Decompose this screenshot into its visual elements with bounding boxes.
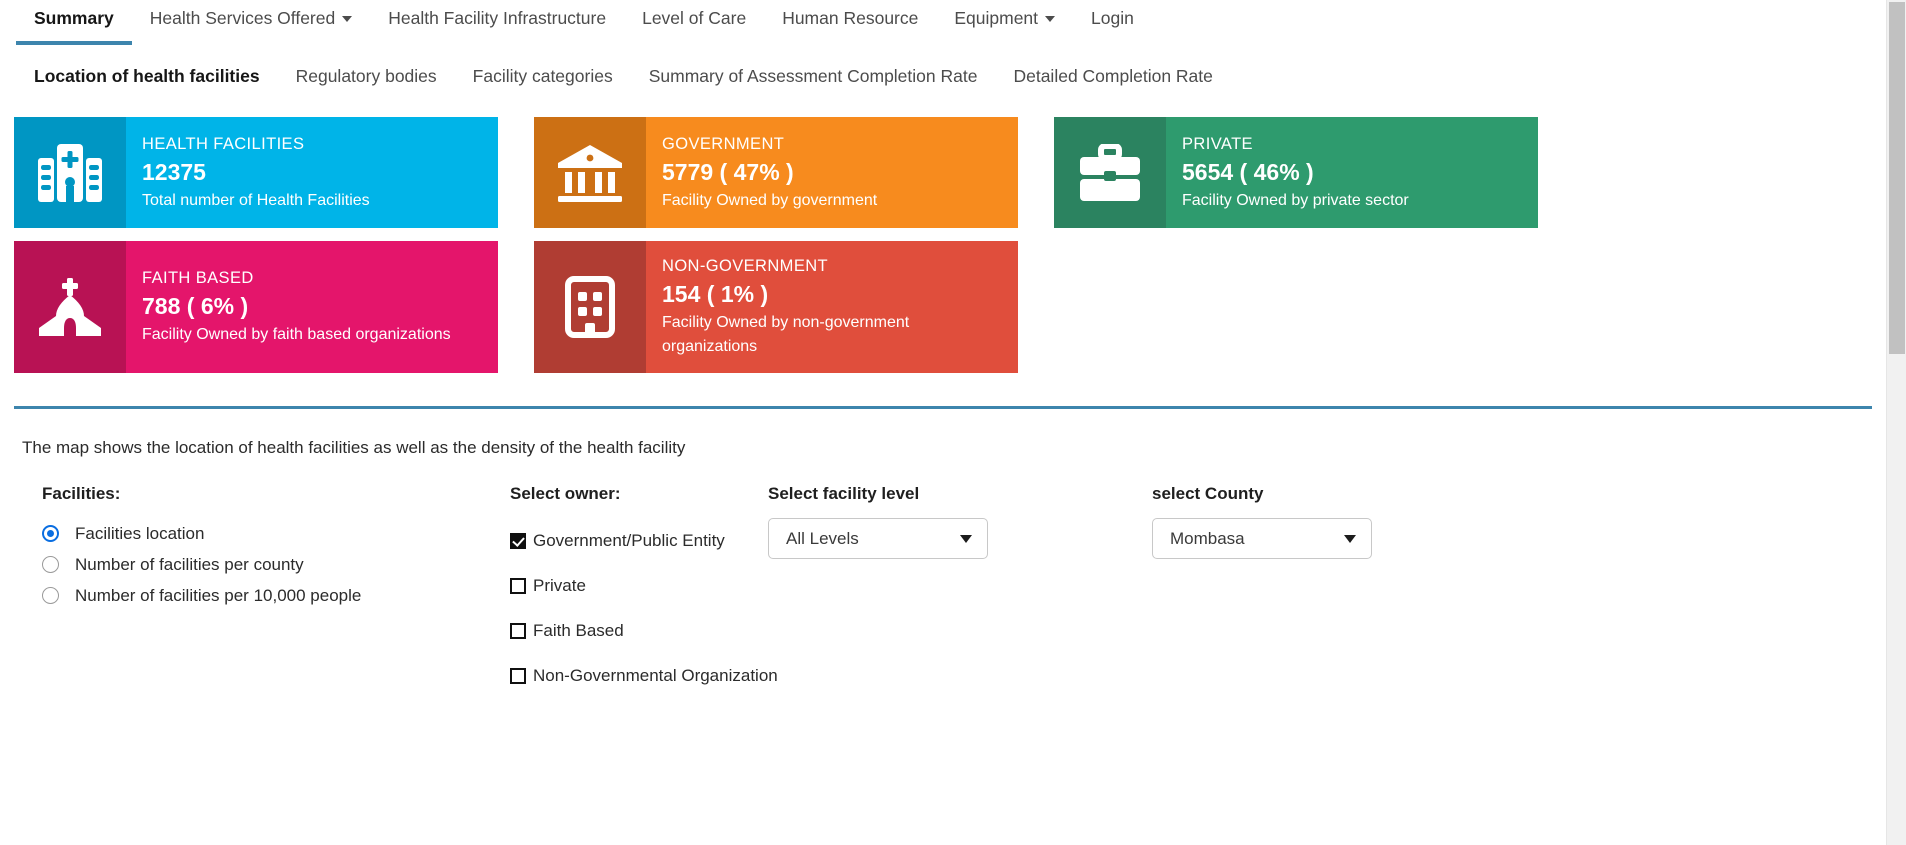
chevron-down-icon [342, 16, 353, 22]
facility-level-label: Select facility level [768, 484, 920, 503]
map-filter-controls: Facilities: Facilities location Number of… [0, 460, 1886, 698]
card-non-government: NON-GOVERNMENT 154 ( 1% ) Facility Owned b… [534, 241, 1018, 373]
checkbox-label: Faith Based [533, 620, 624, 640]
nav-item-label: Health Services Offered [149, 8, 336, 28]
nav-item-equipment[interactable]: Equipment [936, 0, 1073, 30]
card-government: GOVERNMENT 5779 ( 47% ) Facility Owned by … [534, 117, 1018, 228]
checkbox-input[interactable] [510, 532, 526, 549]
facilities-radio-number-of-facilities-per-10-000-people[interactable]: Number of facilities per 10,000 people [42, 580, 510, 611]
chevron-down-icon [1045, 16, 1056, 22]
checkbox-label: Private [533, 575, 586, 595]
card-row-1: HEALTH FACILITIES 12375 Total number of He… [0, 117, 1886, 228]
nav-item-login[interactable]: Login [1073, 0, 1152, 30]
owner-filter-label: Select owner: [510, 484, 621, 503]
checkbox-input[interactable] [510, 622, 526, 639]
checkbox-label: Non-Governmental Organization [533, 665, 778, 685]
owner-checkbox-faith-based[interactable]: Faith Based [510, 608, 768, 653]
card-title: PRIVATE [1182, 134, 1253, 153]
nav-item-label: Human Resource [782, 8, 919, 28]
card-faith-based: FAITH BASED 788 ( 6% ) Facility Owned by f… [14, 241, 498, 373]
card-description: Total number of Health Facilities [142, 191, 370, 209]
card-value: 788 ( 6% ) [142, 293, 249, 319]
card-health-facilities: HEALTH FACILITIES 12375 Total number of He… [14, 117, 498, 228]
nav-item-label: Login [1091, 8, 1134, 28]
summary-cards: HEALTH FACILITIES 12375 Total number of He… [0, 99, 1886, 373]
facilities-radio-facilities-location[interactable]: Facilities location [42, 518, 510, 549]
card-title: HEALTH FACILITIES [142, 134, 305, 153]
vertical-scrollbar[interactable] [1886, 0, 1906, 845]
hospital-icon [14, 117, 126, 228]
card-title: FAITH BASED [142, 269, 254, 287]
nav-item-label: Level of Care [642, 8, 747, 28]
facility-level-group: Select facility level All Levels [768, 482, 1152, 559]
county-select[interactable]: Mombasa [1152, 518, 1372, 559]
scrollbar-thumb[interactable] [1889, 2, 1905, 354]
owner-filter-group: Select owner: Government/Public Entity Pr… [510, 482, 778, 698]
owner-checkbox-non-governmental-organization[interactable]: Non-Governmental Organization [510, 653, 778, 698]
county-value: Mombasa [1170, 528, 1245, 548]
card-body-health-facilities: HEALTH FACILITIES 12375 Total number of He… [126, 117, 498, 228]
sub-navigation: Location of health facilities Regulatory … [0, 53, 1886, 99]
scroll-viewport: Summary Health Services Offered Health Fac… [0, 0, 1886, 845]
card-value: 154 ( 1% ) [662, 281, 769, 307]
office-building-icon [534, 241, 646, 373]
page-root: Summary Health Services Offered Health Fac… [0, 0, 1906, 845]
map-description: The map shows the location of health fac… [22, 438, 686, 457]
bank-icon [534, 117, 646, 228]
church-icon [14, 241, 126, 373]
owner-checkbox-government-public-entity[interactable]: Government/Public Entity [510, 518, 768, 563]
chevron-down-icon [960, 534, 972, 543]
radio-button[interactable] [42, 556, 59, 573]
facilities-filter-label: Facilities: [42, 484, 121, 503]
nav-item-human-resource[interactable]: Human Resource [764, 0, 936, 30]
nav-item-health-facility-infrastructure[interactable]: Health Facility Infrastructure [370, 0, 624, 30]
card-value: 5779 ( 47% ) [662, 158, 794, 185]
facility-level-select[interactable]: All Levels [768, 518, 988, 559]
nav-item-summary[interactable]: Summary [16, 0, 132, 45]
nav-item-level-of-care[interactable]: Level of Care [624, 0, 764, 30]
nav-item-label: Summary [34, 8, 114, 28]
subnav-item-detailed-completion-rate[interactable]: Detailed Completion Rate [995, 66, 1230, 87]
card-description: Facility Owned by government [662, 191, 878, 209]
card-description: Facility Owned by faith based organizati… [142, 326, 451, 343]
card-body-government: GOVERNMENT 5779 ( 47% ) Facility Owned by … [646, 117, 1018, 228]
county-filter-group: select County Mombasa [1152, 482, 1552, 559]
nav-item-health-services-offered[interactable]: Health Services Offered [132, 0, 370, 30]
radio-button[interactable] [42, 525, 59, 542]
card-body-faith-based: FAITH BASED 788 ( 6% ) Facility Owned by f… [126, 241, 498, 373]
briefcase-icon [1054, 117, 1166, 228]
radio-label: Number of facilities per county [75, 554, 304, 574]
checkbox-input[interactable] [510, 577, 526, 594]
card-private: PRIVATE 5654 ( 46% ) Facility Owned by pri… [1054, 117, 1538, 228]
subnav-item-summary-of-assessment-completion-rate[interactable]: Summary of Assessment Completion Rate [631, 66, 996, 87]
subnav-item-location-of-health-facilities[interactable]: Location of health facilities [16, 66, 278, 87]
chevron-down-icon [1344, 534, 1356, 543]
radio-label: Number of facilities per 10,000 people [75, 585, 362, 605]
radio-button[interactable] [42, 587, 59, 604]
card-value: 12375 [142, 158, 206, 185]
county-filter-label: select County [1152, 484, 1264, 503]
facility-level-value: All Levels [786, 528, 859, 548]
card-description: Facility Owned by non-government organiz… [662, 314, 910, 355]
radio-label: Facilities location [75, 523, 205, 543]
card-title: NON-GOVERNMENT [662, 257, 829, 275]
card-value: 5654 ( 46% ) [1182, 158, 1314, 185]
subnav-item-facility-categories[interactable]: Facility categories [455, 66, 631, 87]
card-title: GOVERNMENT [662, 134, 785, 153]
nav-item-label: Health Facility Infrastructure [388, 8, 607, 28]
nav-item-label: Equipment [954, 8, 1039, 28]
card-body-private: PRIVATE 5654 ( 46% ) Facility Owned by pri… [1166, 117, 1538, 228]
checkbox-label: Government/Public Entity [533, 530, 725, 550]
checkbox-input[interactable] [510, 667, 526, 684]
facilities-radio-number-of-facilities-per-county[interactable]: Number of facilities per county [42, 549, 510, 580]
card-description: Facility Owned by private sector [1182, 191, 1409, 209]
main-navigation: Summary Health Services Offered Health Fac… [0, 0, 1886, 46]
owner-checkbox-private[interactable]: Private [510, 563, 768, 608]
card-row-2: FAITH BASED 788 ( 6% ) Facility Owned by f… [0, 241, 1886, 373]
card-body-non-government: NON-GOVERNMENT 154 ( 1% ) Facility Owned b… [646, 241, 1018, 373]
facilities-filter-group: Facilities: Facilities location Number of… [0, 482, 510, 611]
subnav-item-regulatory-bodies[interactable]: Regulatory bodies [278, 66, 455, 87]
